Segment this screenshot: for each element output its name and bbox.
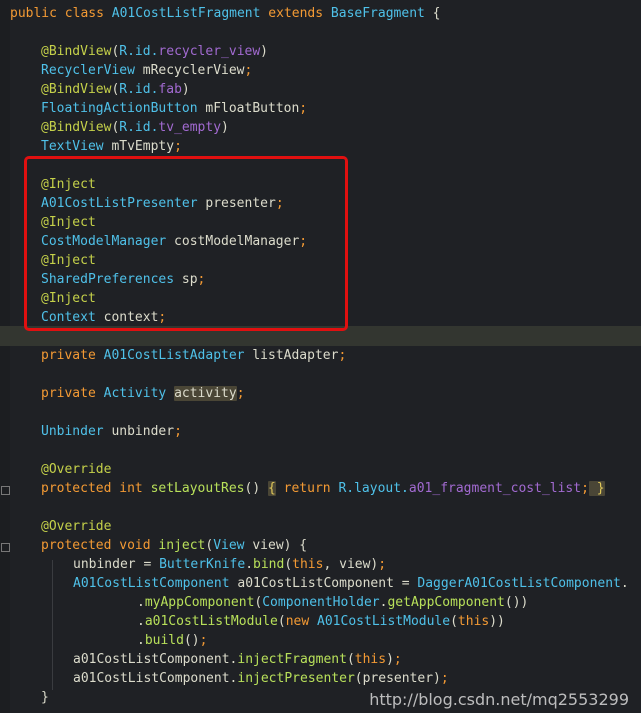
indent-guide (52, 560, 53, 690)
code-line[interactable]: @BindView(R.id.fab) (41, 80, 641, 99)
editor-gutter (0, 0, 10, 713)
fold-icon[interactable] (1, 486, 10, 495)
code-line[interactable]: TextView mTvEmpty; (41, 137, 641, 156)
code-line[interactable]: Unbinder unbinder; (41, 422, 641, 441)
code-line[interactable]: .a01CostListModule(new A01CostListModule… (137, 612, 641, 631)
code-line[interactable]: @BindView(R.id.tv_empty) (41, 118, 641, 137)
code-line[interactable]: @BindView(R.id.recycler_view) (41, 42, 641, 61)
code-line[interactable]: protected int setLayoutRes() { return R.… (41, 479, 641, 498)
code-editor[interactable]: public class A01CostListFragment extends… (0, 0, 641, 713)
code-line[interactable]: a01CostListComponent.injectPresenter(pre… (73, 669, 641, 688)
fold-icon[interactable] (1, 543, 10, 552)
code-line[interactable]: RecyclerView mRecyclerView; (41, 61, 641, 80)
code-line-class-decl[interactable]: public class A01CostListFragment extends… (10, 4, 641, 23)
code-line[interactable]: @Override (41, 517, 641, 536)
code-line[interactable]: a01CostListComponent.injectFragment(this… (73, 650, 641, 669)
code-line[interactable]: private Activity activity; (41, 384, 641, 403)
code-line[interactable]: FloatingActionButton mFloatButton; (41, 99, 641, 118)
code-line[interactable]: protected void inject(View view) { (41, 536, 641, 555)
code-line[interactable]: .build(); (137, 631, 641, 650)
code-line[interactable]: unbinder = ButterKnife.bind(this, view); (73, 555, 641, 574)
code-line[interactable]: .myAppComponent(ComponentHolder.getAppCo… (137, 593, 641, 612)
code-line[interactable]: @Override (41, 460, 641, 479)
code-line[interactable]: private A01CostListAdapter listAdapter; (41, 346, 641, 365)
code-line[interactable]: A01CostListComponent a01CostListComponen… (73, 574, 641, 593)
inject-fields-highlight-box (24, 156, 348, 331)
watermark: http://blog.csdn.net/mq2553299 (369, 690, 629, 709)
